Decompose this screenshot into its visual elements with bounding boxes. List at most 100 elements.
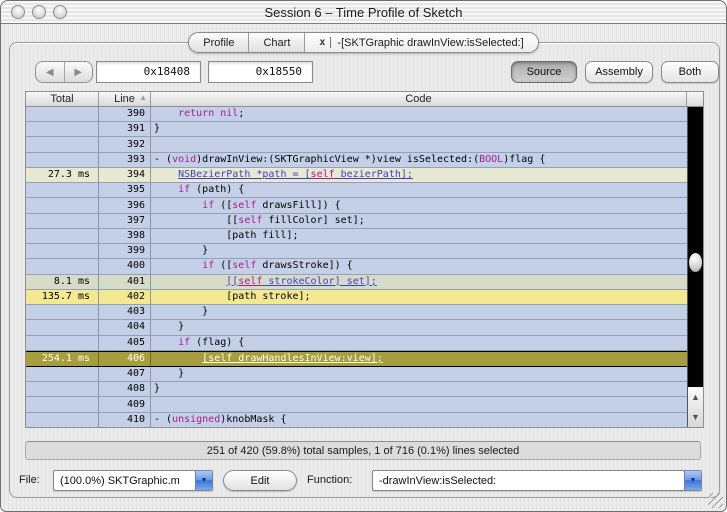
column-header-line[interactable]: Line ▲ [99,92,151,106]
scroll-up-icon[interactable]: ▲ [688,387,703,407]
table-row[interactable]: 27.3 ms 394 NSBezierPath *path = [self be… [26,167,687,184]
column-header-scrollbar-stub [687,92,703,106]
line-number-cell: 396 [99,198,151,213]
total-time-cell [26,335,99,350]
table-row[interactable]: 400 if ([self drawsStroke]) { [26,259,687,275]
edit-button[interactable]: Edit [223,470,297,491]
title-bar[interactable]: Session 6 – Time Profile of Sketch [1,1,726,24]
table-row[interactable]: 404 } [26,320,687,336]
total-time-cell: 254.1 ms [26,351,99,366]
table-row[interactable]: 135.7 ms 402 [path stroke]; [26,289,687,306]
source-button[interactable]: Source [511,61,577,83]
tab-chart[interactable]: Chart [249,33,306,52]
column-header-total[interactable]: Total [26,92,99,106]
total-time-cell [26,259,99,274]
total-time-cell [26,244,99,259]
code-cell: - (void)drawInView:(SKTGraphicView *)vie… [154,153,546,165]
table-row[interactable]: 410- (unsigned)knobMask { [26,412,687,427]
column-header-code[interactable]: Code [151,92,687,106]
code-cell [151,397,687,411]
file-dropdown[interactable]: (100.0%) SKTGraphic.m ▼ [53,470,213,491]
function-dropdown-arrow-icon[interactable]: ▼ [684,471,701,490]
line-number-cell: 404 [99,320,151,335]
assembly-button[interactable]: Assembly [585,61,653,83]
line-number-cell: 398 [99,228,151,244]
total-time-cell: 135.7 ms [26,289,99,305]
total-time-cell [26,107,99,122]
tab-code-browser[interactable]: x -[SKTGraphic drawInView:isSelected:] [305,33,538,52]
table-row[interactable]: 8.1 ms 401 [[self strokeColor] set]; [26,274,687,290]
total-time-cell [26,198,99,213]
total-time-cell [26,366,99,382]
code-cell: [path stroke]; [154,290,311,302]
tab-profile[interactable]: Profile [189,33,250,52]
forward-icon[interactable]: ▶ [65,62,93,82]
minimize-window-icon[interactable] [32,5,46,19]
table-row[interactable]: 399 } [26,244,687,260]
table-row[interactable]: 254.1 ms 406 [self drawHandlesInView:view… [26,350,687,367]
code-link[interactable]: [[ [226,275,238,289]
line-number-cell: 410 [99,412,151,427]
total-time-cell [26,137,99,152]
total-time-cell: 8.1 ms [26,274,99,289]
tab-strip: Profile Chart x -[SKTGraphic drawInView:… [1,32,726,53]
total-time-cell [26,412,99,427]
table-row[interactable]: 398 [path fill]; [26,228,687,245]
code-cell [151,137,687,151]
table-row[interactable]: 390 return nil; [26,107,687,123]
table-row[interactable]: 405 if (flag) { [26,335,687,351]
code-link[interactable]: bezierPath]; [335,168,413,182]
total-time-cell [26,305,99,320]
address-end-field[interactable]: 0x18550 [208,61,313,83]
table-row[interactable]: 395 if (path) { [26,183,687,199]
table-row[interactable]: 392 [26,137,687,153]
table-row[interactable]: 409 [26,397,687,413]
resize-grip[interactable] [708,493,723,508]
line-number-cell: 408 [99,382,151,397]
code-cell: - (unsigned)knobMask { [154,413,287,425]
line-number-cell: 409 [99,397,151,412]
table-row[interactable]: 407 } [26,366,687,383]
table-row[interactable]: 393- (void)drawInView:(SKTGraphicView *)… [26,152,687,168]
line-number-cell: 395 [99,183,151,198]
close-tab-icon[interactable]: x [319,37,332,48]
zoom-window-icon[interactable] [53,5,67,19]
both-button[interactable]: Both [661,61,719,83]
line-number-cell: 407 [99,366,151,382]
code-link[interactable]: NSBezierPath *path = [ [178,168,310,182]
line-number-cell: 405 [99,335,151,350]
line-number-cell: 402 [99,289,151,305]
scrollbar-thumb[interactable] [689,253,702,272]
line-number-cell: 403 [99,305,151,320]
code-table: Total Line ▲ Code 390 return nil; 391} 392… [25,91,704,428]
code-cell: [[self fillColor] set]; [154,214,365,226]
scroll-down-icon[interactable]: ▼ [688,407,703,427]
table-row[interactable]: 396 if ([self drawsFill]) { [26,198,687,214]
file-dropdown-arrow-icon[interactable]: ▼ [195,471,212,490]
code-link[interactable]: self [311,168,335,182]
vertical-scrollbar[interactable]: ▲ ▼ [687,107,703,427]
status-text: 251 of 420 (59.8%) total samples, 1 of 7… [206,444,520,457]
footer-bar: File: (100.0%) SKTGraphic.m ▼ Edit Funct… [1,470,726,492]
table-body: 390 return nil; 391} 392 393- (void)drawInV… [26,107,703,427]
code-link[interactable]: [self drawHandlesInView:view]; [202,352,383,366]
code-link[interactable]: strokeColor] set]; [262,275,376,289]
line-number-cell: 401 [99,274,151,289]
back-icon[interactable]: ◀ [36,62,65,82]
close-window-icon[interactable] [11,5,25,19]
total-time-cell [26,320,99,335]
code-cell: return nil; [178,108,245,120]
table-row[interactable]: 391} [26,122,687,138]
code-cell: [path fill]; [154,229,299,241]
table-row[interactable]: 397 [[self fillColor] set]; [26,213,687,229]
code-cell: if ([self drawsFill]) { [202,199,341,211]
table-row[interactable]: 403 } [26,305,687,321]
app-window: Session 6 – Time Profile of Sketch Profi… [0,0,727,512]
code-link[interactable]: self [238,275,262,289]
table-row[interactable]: 408} [26,382,687,398]
line-number-cell: 406 [99,351,151,366]
scrollbar-track[interactable] [688,107,703,387]
scrollbar-buttons: ▲ ▼ [688,387,703,427]
address-start-field[interactable]: 0x18408 [96,61,201,83]
function-dropdown[interactable]: -drawInView:isSelected: ▼ [372,470,702,491]
